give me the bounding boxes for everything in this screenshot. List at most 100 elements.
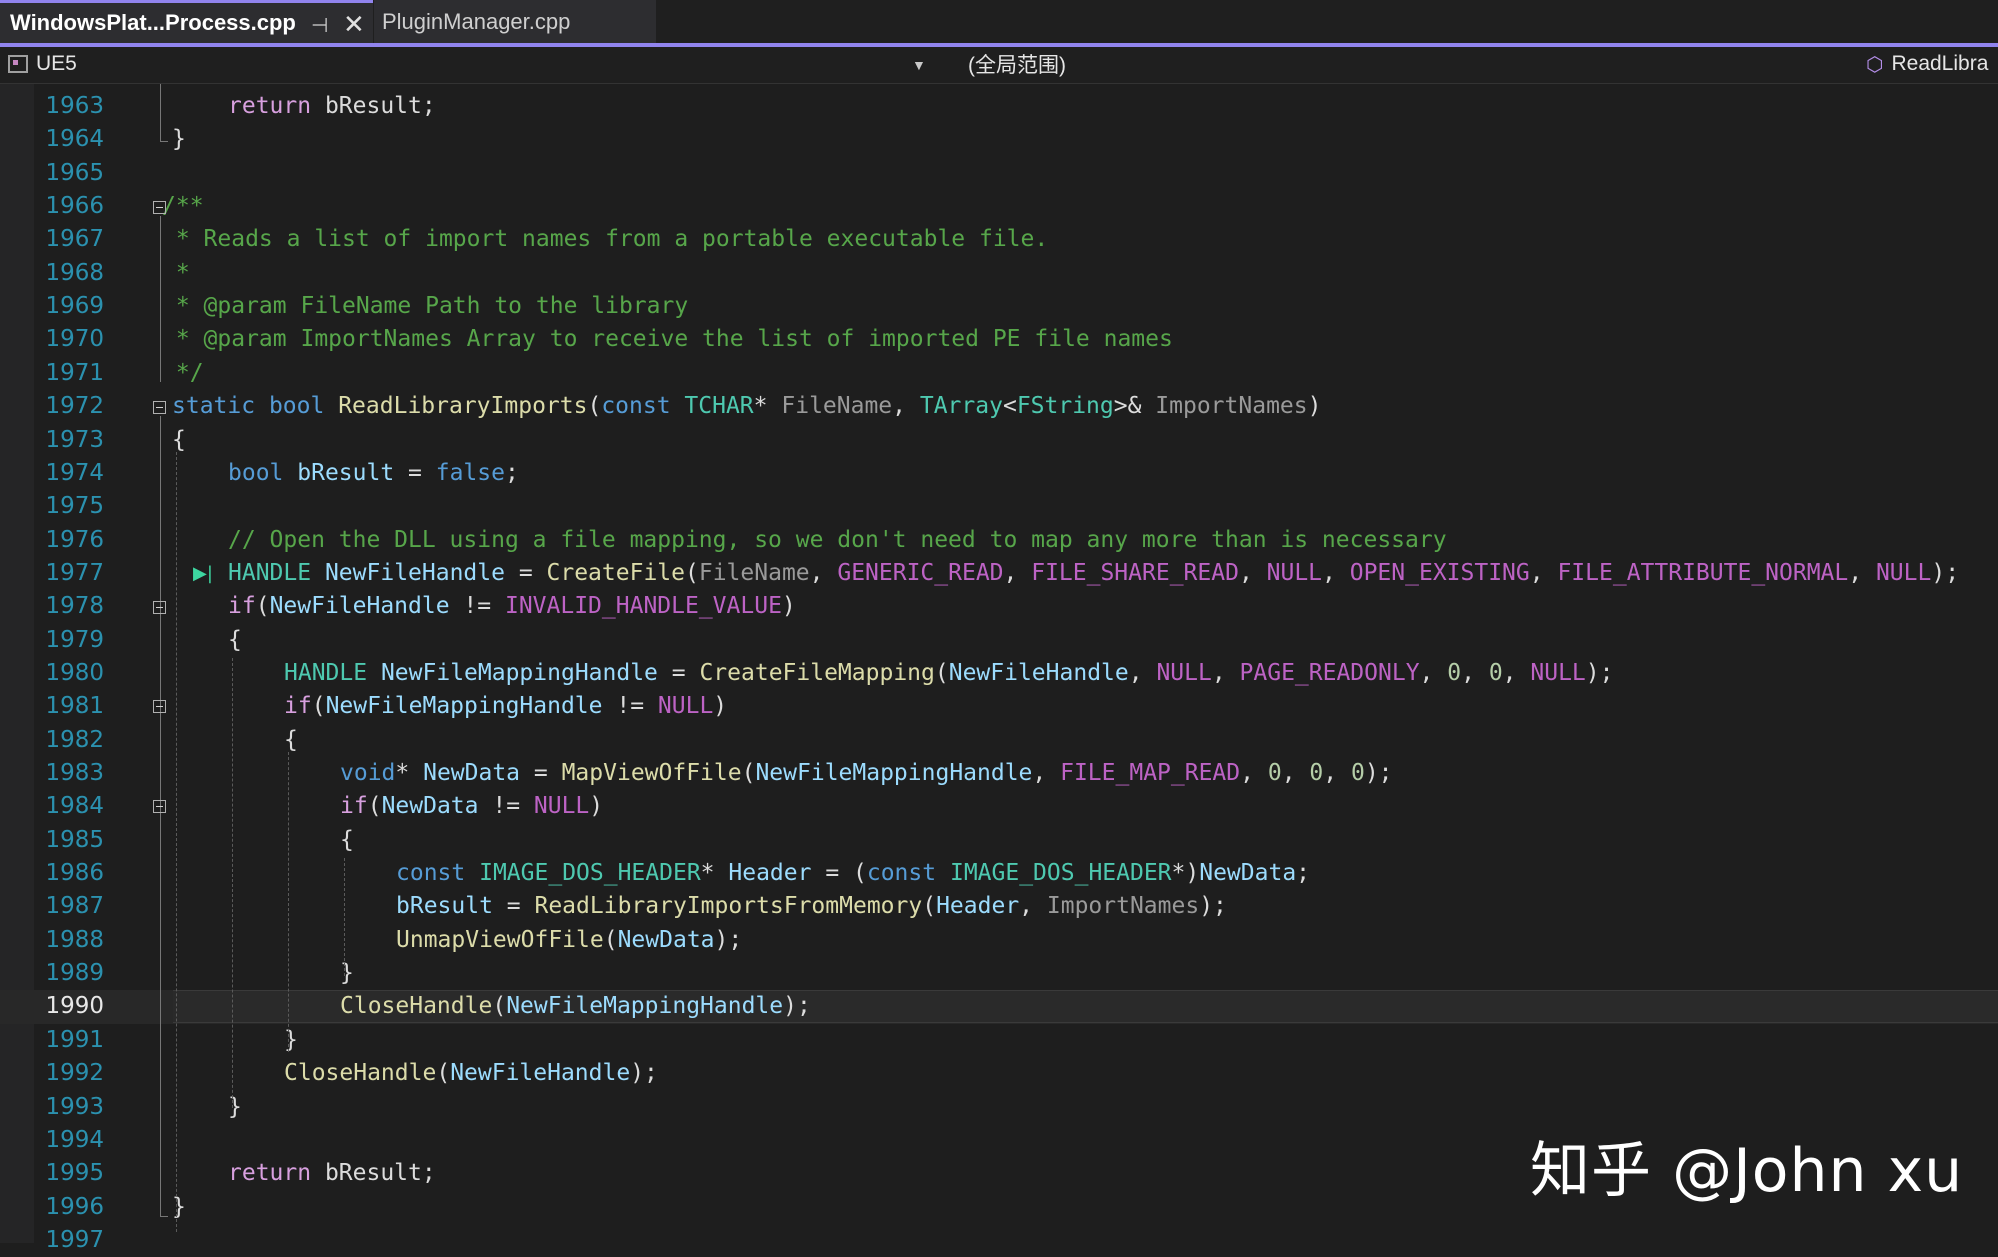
scope-dropdown[interactable]: (全局范围) bbox=[968, 47, 1066, 81]
code-token: ( bbox=[367, 793, 382, 820]
code-token: NewFileMappingHandle bbox=[380, 659, 658, 686]
code-line[interactable]: 1982 { bbox=[0, 724, 1998, 757]
line-number: 1967 bbox=[45, 226, 104, 253]
code-line[interactable]: 1985 { bbox=[0, 824, 1998, 857]
code-text: bResult = ReadLibraryImportsFromMemory(H… bbox=[396, 890, 1227, 923]
code-line[interactable]: 1972 static bool ReadLibraryImports(const… bbox=[0, 390, 1998, 423]
member-dropdown[interactable]: ⬡ ReadLibra bbox=[1866, 47, 1988, 81]
code-line[interactable]: 1968 * bbox=[0, 257, 1998, 290]
code-line[interactable]: 1987 bResult = ReadLibraryImportsFromMemo… bbox=[0, 890, 1998, 923]
collapse-icon[interactable] bbox=[153, 201, 166, 214]
code-text: } bbox=[284, 1024, 298, 1057]
code-line[interactable]: 1973 { bbox=[0, 424, 1998, 457]
code-token: ( bbox=[255, 593, 270, 620]
code-token: * bbox=[753, 393, 782, 420]
document-tab-strip: WindowsPlat...Process.cpp ⊣ ✕ PluginMana… bbox=[0, 0, 1998, 43]
code-token: , bbox=[1529, 559, 1558, 586]
code-line[interactable]: 1966 /** bbox=[0, 190, 1998, 223]
code-token: return bbox=[228, 93, 312, 119]
code-line[interactable]: 1978 if(NewFileHandle != INVALID_HANDLE_V… bbox=[0, 590, 1998, 623]
line-number: 1990 bbox=[45, 993, 104, 1020]
code-line[interactable]: 1980 HANDLE NewFileMappingHandle = Create… bbox=[0, 657, 1998, 690]
code-line[interactable]: 1965 bbox=[0, 157, 1998, 190]
code-line[interactable]: 1997 bbox=[0, 1224, 1998, 1257]
code-token: INVALID_HANDLE_VALUE bbox=[504, 593, 782, 620]
code-line[interactable]: 1964} bbox=[0, 123, 1998, 156]
code-token: static bbox=[172, 393, 256, 420]
code-token: ( bbox=[922, 893, 937, 920]
code-token: ) bbox=[1307, 393, 1322, 420]
code-line[interactable]: 1963 return bResult; bbox=[0, 90, 1998, 123]
line-number: 1983 bbox=[45, 760, 104, 786]
code-text: if(NewFileHandle != INVALID_HANDLE_VALUE… bbox=[228, 590, 796, 623]
code-line[interactable]: 1992 CloseHandle(NewFileHandle); bbox=[0, 1057, 1998, 1090]
chevron-down-icon[interactable]: ▼ bbox=[912, 57, 926, 73]
code-line[interactable]: 1970 * @param ImportNames Array to recei… bbox=[0, 323, 1998, 356]
code-line[interactable]: 1969 * @param FileName Path to the libra… bbox=[0, 290, 1998, 323]
code-token: bResult; bbox=[311, 93, 436, 119]
code-token: if bbox=[228, 593, 256, 620]
collapse-icon[interactable] bbox=[153, 401, 166, 414]
code-token: ReadLibraryImportsFromMemory bbox=[534, 893, 923, 920]
code-token: ); bbox=[1364, 760, 1393, 786]
code-line[interactable]: 1989} bbox=[0, 957, 1998, 990]
tab-label: WindowsPlat...Process.cpp bbox=[10, 10, 296, 35]
code-token: NewData bbox=[1199, 860, 1297, 887]
line-number: 1978 bbox=[45, 593, 104, 620]
code-line[interactable]: 1979 { bbox=[0, 624, 1998, 657]
scope-label: (全局范围) bbox=[968, 54, 1066, 77]
code-line[interactable]: 1977 HANDLE NewFileHandle = CreateFile(Fi… bbox=[0, 557, 1998, 590]
code-token: NULL bbox=[533, 793, 590, 820]
code-line[interactable]: 1988 UnmapViewOfFile(NewData); bbox=[0, 924, 1998, 957]
code-line[interactable]: 1990 CloseHandle(NewFileMappingHandle); bbox=[0, 990, 1998, 1024]
code-line[interactable]: 1984 if(NewData != NULL) bbox=[0, 790, 1998, 823]
step-marker-icon[interactable]: ▶| bbox=[193, 563, 213, 584]
code-token: >& bbox=[1113, 393, 1156, 420]
code-text: bool bResult = false; bbox=[228, 457, 519, 490]
code-line[interactable]: 1986 const IMAGE_DOS_HEADER* Header = (co… bbox=[0, 857, 1998, 890]
code-token: * @param FileName Path to the library bbox=[162, 293, 689, 320]
code-line[interactable]: 1976 // Open the DLL using a file mapping… bbox=[0, 524, 1998, 557]
collapse-icon[interactable] bbox=[153, 601, 166, 614]
code-token: = bbox=[657, 659, 700, 686]
code-token: bResult bbox=[396, 893, 493, 920]
code-line[interactable]: 1983 void* NewData = MapViewOfFile(NewFil… bbox=[0, 757, 1998, 790]
collapse-icon[interactable] bbox=[153, 700, 166, 713]
code-token: , bbox=[1238, 559, 1267, 586]
code-line[interactable]: 1993} bbox=[0, 1091, 1998, 1124]
code-token: , bbox=[1128, 659, 1157, 686]
code-token: , bbox=[1419, 659, 1448, 686]
code-token: , bbox=[1322, 559, 1350, 586]
line-number: 1989 bbox=[45, 960, 104, 987]
pin-icon[interactable]: ⊣ bbox=[311, 13, 328, 38]
code-token: bool bbox=[228, 459, 284, 486]
code-token: NewData bbox=[423, 760, 521, 786]
code-text: { bbox=[228, 624, 242, 657]
code-token: TArray bbox=[919, 393, 1003, 420]
code-token: 0 bbox=[1350, 760, 1365, 786]
code-token: UnmapViewOfFile bbox=[396, 926, 604, 953]
code-text: } bbox=[340, 957, 354, 990]
project-dropdown[interactable]: UE5 ▼ bbox=[8, 47, 926, 81]
code-line[interactable]: 1981 if(NewFileMappingHandle != NULL) bbox=[0, 690, 1998, 723]
code-token: = bbox=[394, 459, 436, 486]
code-line[interactable]: 1975 bbox=[0, 490, 1998, 523]
code-line[interactable]: 1967 * Reads a list of import names from… bbox=[0, 223, 1998, 256]
code-line[interactable]: 1971 */ bbox=[0, 357, 1998, 390]
line-number: 1974 bbox=[45, 459, 104, 486]
code-token: NULL bbox=[1530, 659, 1586, 686]
close-icon[interactable]: ✕ bbox=[343, 9, 365, 40]
tab-windowsplatformprocess[interactable]: WindowsPlat...Process.cpp ⊣ ✕ bbox=[0, 0, 373, 43]
code-line[interactable]: 1991} bbox=[0, 1024, 1998, 1057]
code-token: NewFileMappingHandle bbox=[506, 993, 784, 1020]
code-line[interactable]: 1974 bool bResult = false; bbox=[0, 457, 1998, 490]
code-token: NULL bbox=[1875, 559, 1932, 586]
line-number: 1965 bbox=[45, 159, 104, 186]
collapse-icon[interactable] bbox=[153, 800, 166, 813]
tab-pluginmanager[interactable]: PluginManager.cpp bbox=[374, 0, 656, 43]
